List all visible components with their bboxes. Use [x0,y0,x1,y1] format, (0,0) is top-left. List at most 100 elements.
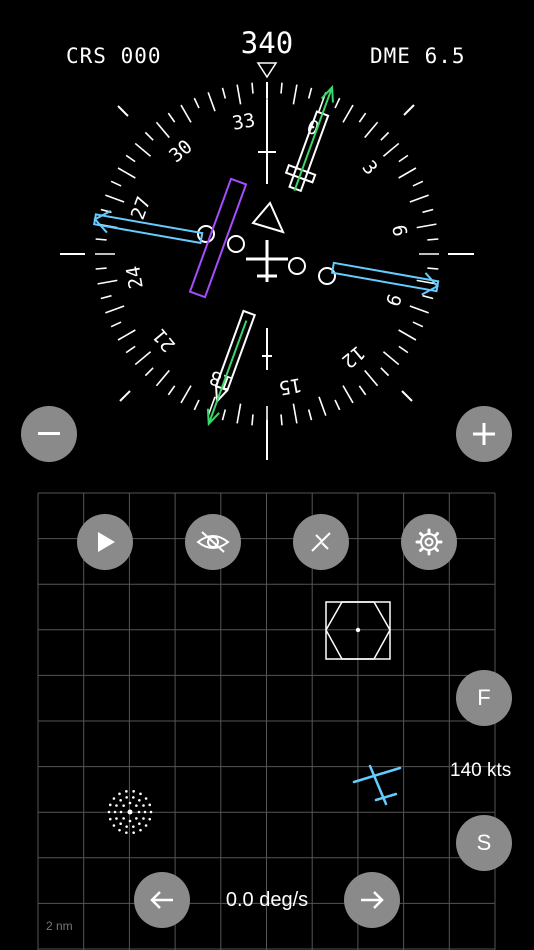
compass-tick [412,321,424,328]
minus-icon [38,432,60,435]
compass-tick [342,104,354,123]
compass-tick [100,294,112,300]
wand-icon [311,532,331,552]
compass-tick [236,84,242,105]
compass-tick [180,104,192,123]
compass-tick [95,238,107,241]
map-scale-label: 2 nm [46,919,73,933]
play-icon [98,532,115,552]
compass-tick [334,399,341,411]
compass-tick [398,329,417,341]
compass-tick [292,84,298,105]
compass-tick [292,403,298,424]
turn-rate-readout: 0.0 deg/s [225,889,309,911]
to-from-indicator-icon [251,201,285,234]
compass-tick [110,321,122,328]
compass-tick [134,142,152,157]
compass-label: 9 [381,291,406,309]
compass-tick [409,194,429,203]
arrow-right-icon [361,891,384,909]
compass-label: 0 [304,116,322,141]
compass-tick [380,367,390,377]
compass-tick [398,154,409,163]
settings-button[interactable] [401,514,457,570]
compass-tick [167,112,176,123]
compass-label: 6 [387,223,411,238]
hide-button[interactable] [185,514,241,570]
aircraft-symbol-icon [246,240,288,282]
compass-label: 27 [127,194,156,223]
compass-tick [117,329,136,341]
compass-label: 21 [149,324,181,356]
aircraft-map-icon [352,764,402,806]
compass-tick [207,396,216,416]
compass-tick [251,82,254,94]
compass-tick [193,399,200,411]
compass-label: 3 [358,156,382,179]
compass-tick [221,87,227,99]
compass-tick [380,131,390,141]
plus-icon [473,423,495,445]
compass-tick [409,305,429,314]
zoom-out-button[interactable] [21,406,77,462]
compass-tick [280,414,283,426]
compass-tick [97,279,118,285]
map-grid[interactable] [0,490,534,950]
compass-tick [412,180,424,187]
compass-tick [358,112,367,123]
compass-tick [280,82,283,94]
compass-tick [144,131,154,141]
compass-tick [364,369,379,387]
zoom-in-button[interactable] [456,406,512,462]
compass-tick [427,267,439,270]
hsi-compass: 33 036912151821242730 [60,62,474,460]
compass-tick [342,385,354,404]
compass-tick [207,92,216,112]
course-pointer-head [284,84,334,193]
compass-tick [144,367,154,377]
compass-tick [251,414,254,426]
compass-label: 15 [277,373,303,399]
compass-label: 12 [337,341,369,373]
compass-label: 30 [165,136,197,168]
compass-tick [221,409,227,421]
compass-tick [318,396,327,416]
turn-right-button[interactable] [344,872,400,928]
compass-tick [382,351,400,366]
compass-tick [193,97,200,109]
f-button[interactable]: F [456,670,512,726]
speed-readout: 140 kts [450,760,512,781]
compass-label: 33 [231,109,257,135]
compass-label: 24 [122,264,148,290]
compass-tick [125,345,136,354]
compass-tick [180,385,192,404]
compass-tick [134,351,152,366]
compass-tick [398,167,417,179]
play-button[interactable] [77,514,133,570]
compass-tick [110,180,122,187]
compass-tick [422,294,434,300]
compass-tick [416,223,437,229]
eye-slash-icon [196,531,230,553]
compass-tick [398,345,409,354]
compass-tick [307,409,313,421]
compass-tick [307,87,313,99]
compass-tick [382,142,400,157]
compass-tick [105,305,125,314]
compass-tick [155,121,170,139]
compass-tick [422,208,434,214]
compass-tick [364,121,379,139]
gear-icon [415,528,443,556]
station-dots-icon [107,790,153,834]
compass-tick [155,369,170,387]
compass-tick [427,238,439,241]
s-button[interactable]: S [456,815,512,871]
compass-tick [117,167,136,179]
compass-tick [125,154,136,163]
course-tool-button[interactable] [293,514,349,570]
compass-tick [334,97,341,109]
compass-tick [167,385,176,396]
lubber-line-icon [256,62,278,79]
compass-tick [236,403,242,424]
compass-tick [95,267,107,270]
